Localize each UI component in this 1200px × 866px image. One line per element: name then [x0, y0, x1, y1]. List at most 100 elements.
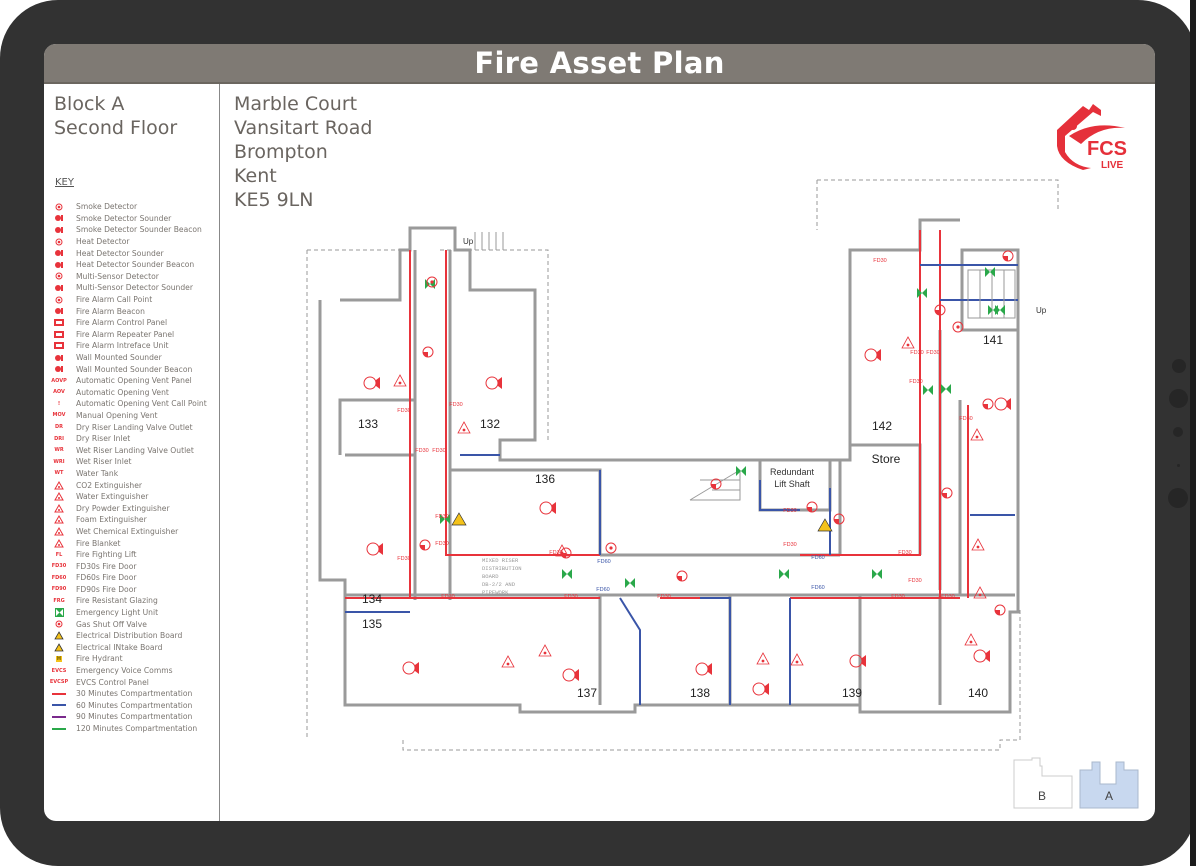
fire-blanket-dot-icon[interactable]	[761, 659, 765, 663]
side-button-2[interactable]	[1173, 427, 1183, 437]
fire-blanket-dot-icon[interactable]	[462, 428, 466, 432]
smoke-detector-fill-icon[interactable]	[935, 310, 940, 315]
wall-sounder-horn-icon[interactable]	[986, 650, 990, 662]
electrical-distribution-icon[interactable]	[451, 512, 467, 526]
fire-blanket-dot-icon[interactable]	[906, 343, 910, 347]
fd30-door-label: FD30	[449, 402, 462, 408]
minimap-label-a: A	[1105, 789, 1113, 803]
room-label[interactable]: 135	[362, 617, 382, 631]
minimap-label-b: B	[1038, 789, 1046, 803]
side-button-3[interactable]	[1168, 488, 1188, 508]
room-label[interactable]: 141	[983, 333, 1003, 347]
fire-blanket-dot-icon[interactable]	[795, 660, 799, 664]
fd60-door-label: FD60	[811, 585, 824, 591]
riser-note-line: DB-2/2 AND	[482, 581, 516, 588]
room-label[interactable]: Store	[872, 452, 901, 466]
emergency-light-icon[interactable]	[562, 569, 572, 579]
wall-sounder-horn-icon[interactable]	[708, 663, 712, 675]
emergency-light-icon[interactable]	[985, 267, 995, 277]
room-label[interactable]: 134	[362, 592, 382, 606]
wall-sounder-horn-icon[interactable]	[376, 377, 380, 389]
wall-sounder-horn-icon[interactable]	[862, 655, 866, 667]
emergency-light-icon[interactable]	[625, 578, 635, 588]
fire-blanket-dot-icon[interactable]	[978, 593, 982, 597]
wall-sounder-horn-icon[interactable]	[575, 669, 579, 681]
fire-blanket-dot-icon[interactable]	[976, 545, 980, 549]
smoke-detector-fill-icon[interactable]	[983, 404, 988, 409]
emergency-light-icon[interactable]	[872, 569, 882, 579]
wall-sounder-icon[interactable]	[366, 542, 380, 556]
room-label[interactable]: 139	[842, 686, 862, 700]
fire-blanket-dot-icon[interactable]	[398, 381, 402, 385]
wall-sounder-icon[interactable]	[539, 501, 553, 515]
wall-sounder-horn-icon[interactable]	[379, 543, 383, 555]
wall-sounder-horn-icon[interactable]	[877, 349, 881, 361]
fire-blanket-dot-icon[interactable]	[969, 640, 973, 644]
room-label[interactable]: 132	[480, 417, 500, 431]
wall-sounder-icon[interactable]	[695, 662, 709, 676]
room-label[interactable]: 137	[577, 686, 597, 700]
minimap-block-b[interactable]: B	[1013, 757, 1073, 809]
fd30-door-label: FD30	[873, 258, 886, 264]
wall-sounder-icon[interactable]	[973, 649, 987, 663]
wall-sounder-icon[interactable]	[994, 397, 1008, 411]
stair-up-label: Up	[463, 237, 474, 246]
wall-sounder-icon[interactable]	[752, 682, 766, 696]
smoke-detector-fill-icon[interactable]	[1003, 256, 1008, 261]
riser-note-line: DISTRIBUTION	[482, 565, 522, 572]
smoke-detector-fill-icon[interactable]	[711, 484, 716, 489]
room-label[interactable]: 136	[535, 472, 555, 486]
fd30-door-label: FD30	[783, 508, 796, 514]
room-label[interactable]: 142	[872, 419, 892, 433]
wall-sounder-icon[interactable]	[562, 668, 576, 682]
minimap-block-a[interactable]: A	[1079, 761, 1139, 809]
emergency-light-icon[interactable]	[923, 385, 933, 395]
side-button-1[interactable]	[1169, 389, 1188, 408]
fd30-door-label: FD30	[910, 350, 923, 356]
wall-sounder-icon[interactable]	[864, 348, 878, 362]
wall-sounder-horn-icon[interactable]	[415, 662, 419, 674]
fire-blanket-dot-icon[interactable]	[543, 651, 547, 655]
fire-blanket-dot-icon[interactable]	[506, 662, 510, 666]
smoke-detector-fill-icon[interactable]	[834, 519, 839, 524]
wall-sounder-horn-icon[interactable]	[1007, 398, 1011, 410]
emergency-light-icon[interactable]	[736, 466, 746, 476]
wall-sounder-icon[interactable]	[402, 661, 416, 675]
fd60-door-label: FD60	[596, 587, 609, 593]
emergency-light-icon[interactable]	[425, 279, 435, 289]
smoke-detector-fill-icon[interactable]	[995, 610, 1000, 615]
fd30-door-label: FD30	[898, 550, 911, 556]
wall-sounder-horn-icon[interactable]	[765, 683, 769, 695]
call-point-dot-icon[interactable]	[430, 280, 434, 284]
room-label[interactable]: 133	[358, 417, 378, 431]
smoke-detector-fill-icon[interactable]	[942, 493, 947, 498]
smoke-detector-fill-icon[interactable]	[423, 352, 428, 357]
emergency-light-icon[interactable]	[779, 569, 789, 579]
smoke-detector-fill-icon[interactable]	[420, 545, 425, 550]
tablet-edge	[1190, 0, 1196, 866]
block-selector-minimap: B A	[1013, 757, 1139, 809]
wall-sounder-horn-icon[interactable]	[552, 502, 556, 514]
fd30-door-label: FD30	[397, 556, 410, 562]
wall-sounder-icon[interactable]	[363, 376, 377, 390]
wall-sounder-icon[interactable]	[485, 376, 499, 390]
smoke-detector-fill-icon[interactable]	[677, 576, 682, 581]
fd30-door-label: FD30	[926, 350, 939, 356]
emergency-light-icon[interactable]	[917, 288, 927, 298]
riser-note-line: BOARD	[482, 573, 499, 580]
emergency-light-icon[interactable]	[941, 384, 951, 394]
room-label-lift-shaft: Lift Shaft	[774, 479, 810, 489]
call-point-dot-icon[interactable]	[609, 546, 613, 550]
room-label[interactable]: 138	[690, 686, 710, 700]
emergency-light-icon[interactable]	[995, 305, 1005, 315]
fd60-door-label: FD60	[811, 555, 824, 561]
wall-sounder-horn-icon[interactable]	[498, 377, 502, 389]
fd30-door-label: FD30	[657, 594, 670, 600]
fd30-door-label: FD30	[941, 594, 954, 600]
call-point-dot-icon[interactable]	[956, 325, 960, 329]
fd30-door-label: FD30	[435, 541, 448, 547]
sensor-dot	[1177, 464, 1180, 467]
fd30-door-label: FD30	[909, 379, 922, 385]
room-label[interactable]: 140	[968, 686, 988, 700]
fire-blanket-dot-icon[interactable]	[975, 435, 979, 439]
